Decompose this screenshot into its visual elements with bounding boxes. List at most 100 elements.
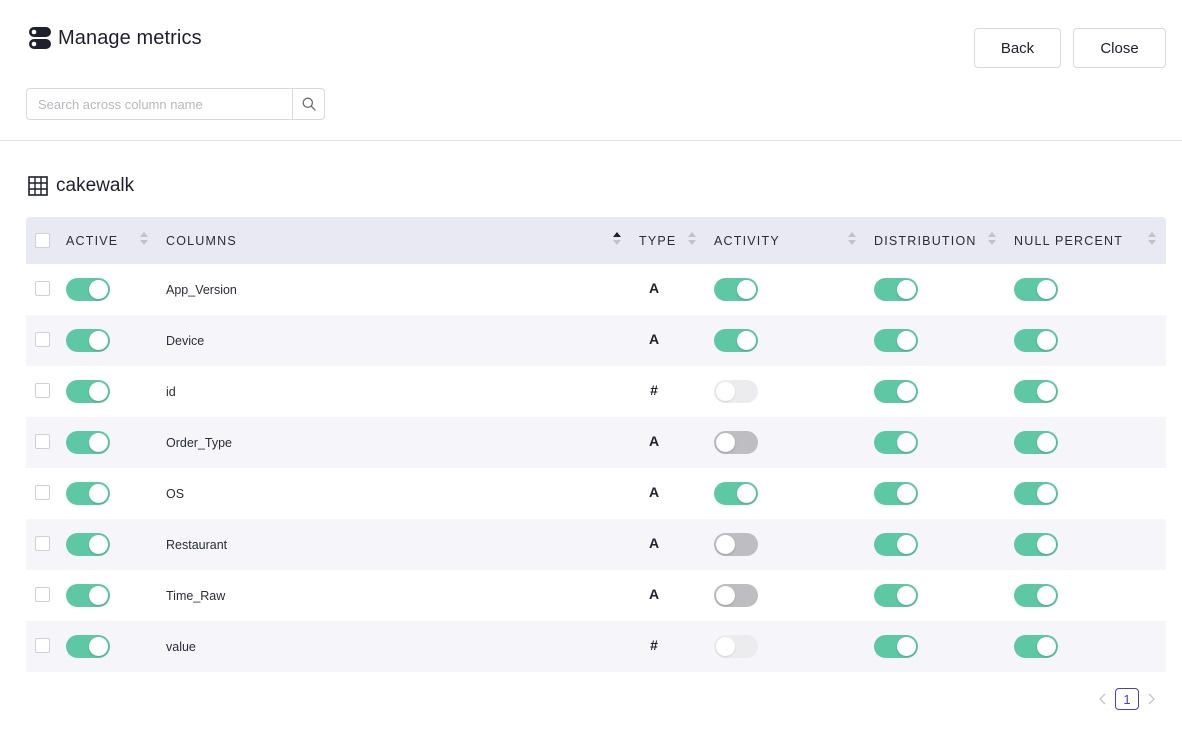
toggle-knob [89,586,108,605]
table-row: Restaurant A [26,519,1166,570]
row-checkbox[interactable] [35,638,50,653]
table-row: Time_Raw A [26,570,1166,621]
sort-type-icon[interactable] [688,231,696,249]
table-row: value # [26,621,1166,672]
sort-activity-icon[interactable] [848,231,856,249]
page-header: Manage metrics Back Close [0,0,1182,141]
database-toggle-icon [29,27,51,49]
null-percent-toggle[interactable] [1014,278,1058,301]
toggle-knob [89,433,108,452]
toggle-knob [897,637,916,656]
active-toggle[interactable] [66,584,110,607]
sort-distribution-icon[interactable] [988,231,996,249]
search-box [26,88,325,120]
null-percent-toggle[interactable] [1014,482,1058,505]
table-body: App_Version A Device Aid # Order_Type A OS A Rest… [26,264,1166,672]
distribution-toggle[interactable] [874,635,918,658]
prev-page-icon[interactable] [1097,688,1109,710]
select-all-checkbox[interactable] [35,233,50,248]
distribution-toggle[interactable] [874,380,918,403]
column-name: Device [166,333,205,348]
column-name: Time_Raw [166,588,226,603]
search-input[interactable] [27,89,292,119]
null-percent-toggle[interactable] [1014,431,1058,454]
toggle-knob [89,637,108,656]
column-name: App_Version [166,282,237,297]
string-type-icon: A [648,586,660,602]
distribution-toggle[interactable] [874,431,918,454]
toggle-knob [1037,280,1056,299]
activity-toggle[interactable] [714,278,758,301]
distribution-toggle[interactable] [874,329,918,352]
sort-null-percent-icon[interactable] [1148,231,1156,249]
distribution-toggle[interactable] [874,584,918,607]
next-page-icon[interactable] [1145,688,1157,710]
row-checkbox[interactable] [35,434,50,449]
active-toggle[interactable] [66,380,110,403]
toggle-knob [716,382,735,401]
toggle-knob [737,331,756,350]
null-percent-toggle[interactable] [1014,329,1058,352]
string-type-icon: A [648,535,660,551]
page-number-current[interactable]: 1 [1115,688,1139,710]
activity-toggle [714,635,758,658]
distribution-toggle[interactable] [874,533,918,556]
close-button[interactable]: Close [1073,28,1166,68]
active-toggle[interactable] [66,431,110,454]
toggle-knob [89,382,108,401]
toggle-knob [1037,331,1056,350]
column-header-columns[interactable]: COLUMNS [166,217,237,264]
table-section-title: cakewalk [28,175,134,197]
string-type-icon: A [648,331,660,347]
column-header-activity[interactable]: ACTIVITY [714,217,780,264]
column-header-type[interactable]: TYPE [639,217,676,264]
row-checkbox[interactable] [35,332,50,347]
table-row: Device A [26,315,1166,366]
column-name: OS [166,486,185,501]
column-name: Order_Type [166,435,233,450]
toggle-knob [897,586,916,605]
active-toggle[interactable] [66,533,110,556]
table-grid-icon [28,176,48,196]
toggle-knob [89,535,108,554]
table-row: App_Version A [26,264,1166,315]
row-checkbox[interactable] [35,485,50,500]
active-toggle[interactable] [66,635,110,658]
null-percent-toggle[interactable] [1014,380,1058,403]
table-row: Order_Type A [26,417,1166,468]
null-percent-toggle[interactable] [1014,533,1058,556]
toggle-knob [89,280,108,299]
toggle-knob [1037,535,1056,554]
row-checkbox[interactable] [35,587,50,602]
active-toggle[interactable] [66,278,110,301]
toggle-knob [897,535,916,554]
distribution-toggle[interactable] [874,482,918,505]
toggle-knob [737,484,756,503]
activity-toggle[interactable] [714,329,758,352]
column-header-null-percent[interactable]: NULL PERCENT [1014,217,1123,264]
activity-toggle[interactable] [714,431,758,454]
search-icon [302,97,316,111]
row-checkbox[interactable] [35,281,50,296]
sort-active-icon[interactable] [140,231,148,249]
toggle-knob [897,433,916,452]
distribution-toggle[interactable] [874,278,918,301]
activity-toggle[interactable] [714,533,758,556]
sort-columns-icon[interactable] [613,231,621,249]
column-header-active[interactable]: ACTIVE [66,217,118,264]
activity-toggle[interactable] [714,584,758,607]
active-toggle[interactable] [66,329,110,352]
toggle-knob [737,280,756,299]
search-button[interactable] [292,89,324,119]
row-checkbox[interactable] [35,383,50,398]
page-title: Manage metrics [58,26,202,49]
title-group: Manage metrics [28,26,202,50]
null-percent-toggle[interactable] [1014,584,1058,607]
activity-toggle[interactable] [714,482,758,505]
row-checkbox[interactable] [35,536,50,551]
activity-toggle [714,380,758,403]
column-header-distribution[interactable]: DISTRIBUTION [874,217,977,264]
null-percent-toggle[interactable] [1014,635,1058,658]
back-button[interactable]: Back [974,28,1061,68]
active-toggle[interactable] [66,482,110,505]
